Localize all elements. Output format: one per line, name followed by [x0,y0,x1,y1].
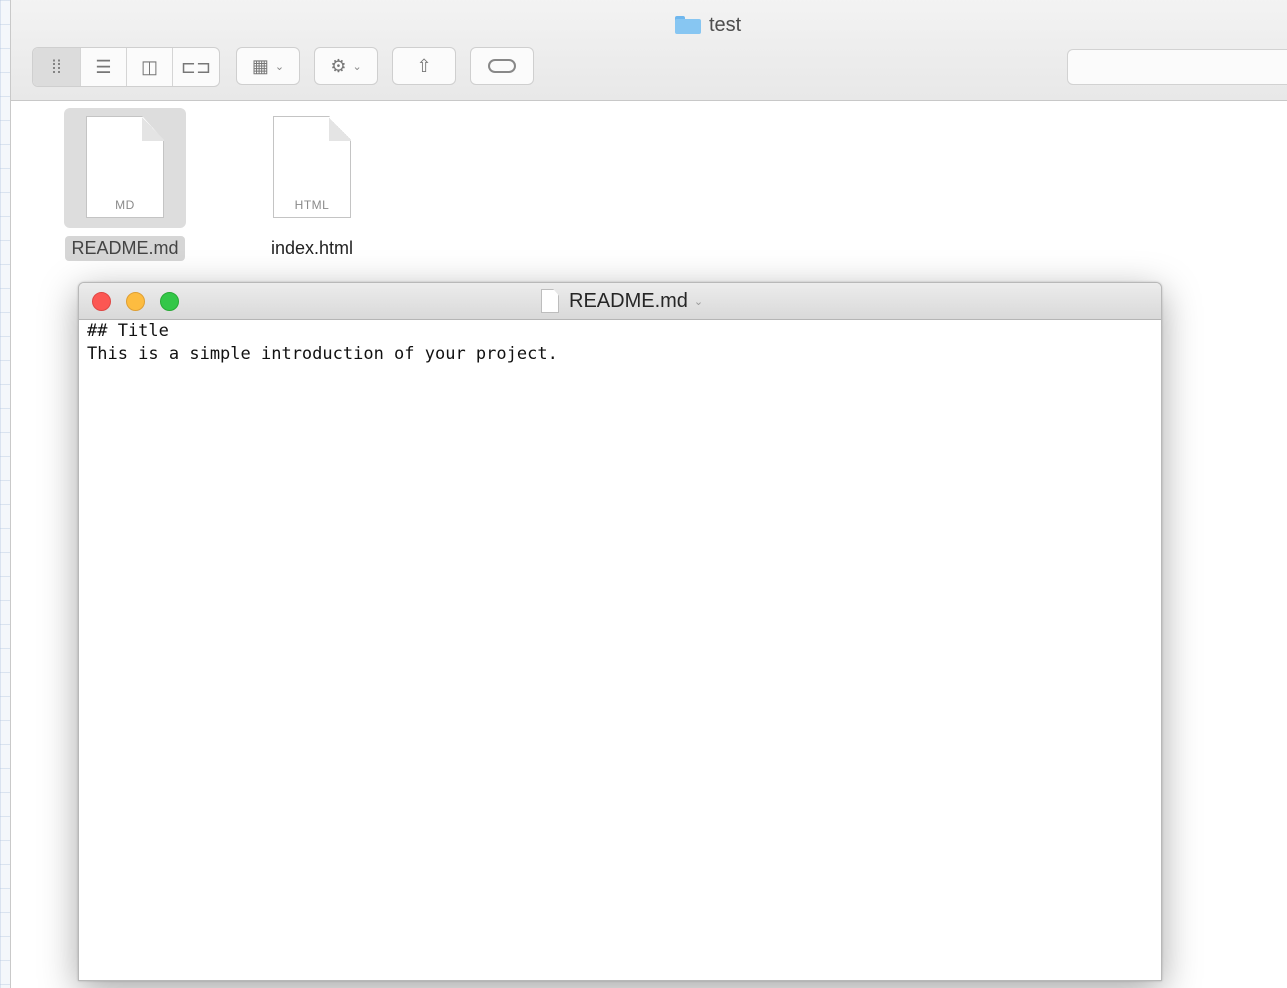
icon-view-button[interactable]: ⁞⁞ [33,48,81,86]
page-fold [142,116,164,141]
minimize-button[interactable] [126,292,145,311]
list-view-icon: ☰ [95,56,112,77]
close-button[interactable] [92,292,111,311]
share-button[interactable]: ⇧ [392,47,456,85]
document-text-area[interactable]: ## Title This is a simple introduction o… [87,320,1153,980]
file-item-readme[interactable]: MD README.md [55,108,195,261]
textedit-window: README.md ⌄ ## Title This is a simple in… [78,282,1162,981]
textedit-titlebar[interactable]: README.md ⌄ [79,283,1161,320]
column-view-icon: ◫ [140,56,158,77]
cover-flow-icon: ⊏⊐ [180,56,212,77]
search-input[interactable] [1067,49,1287,85]
zoom-button[interactable] [160,292,179,311]
list-view-button[interactable]: ☰ [81,48,127,86]
file-type-badge: MD [115,198,135,212]
document-title-label: README.md [569,289,688,312]
file-thumbnail: MD [64,108,186,228]
file-item-index[interactable]: HTML index.html [242,108,382,261]
tags-button[interactable] [470,47,534,85]
document-title[interactable]: README.md ⌄ [541,289,703,313]
folder-icon [675,16,701,34]
share-icon: ⇧ [416,55,432,76]
finder-title-label: test [709,13,742,36]
file-thumbnail: HTML [251,108,373,228]
file-type-badge: HTML [294,198,330,212]
file-name: index.html [270,238,354,258]
finder-window-title: test [675,14,741,36]
tag-icon [488,59,516,73]
icon-view-icon: ⁞⁞ [51,56,62,77]
column-view-button[interactable]: ◫ [127,48,173,86]
page-fold [329,116,351,141]
arrange-icon: ▦ [251,55,269,76]
chevron-down-icon[interactable]: ⌄ [694,295,703,308]
gear-icon: ⚙ [330,55,347,76]
chevron-down-icon: ⌄ [352,60,362,73]
cover-flow-button[interactable]: ⊏⊐ [173,48,219,86]
action-button[interactable]: ⚙ ⌄ [314,47,378,85]
chevron-down-icon: ⌄ [274,60,285,73]
arrange-button[interactable]: ▦ ⌄ [236,47,300,85]
finder-toolbar: test ⁞⁞ ☰ ◫ ⊏⊐ ▦ ⌄ ⚙ ⌄ ⇧ [11,0,1287,101]
document-proxy-icon[interactable] [541,289,559,313]
file-name: README.md [65,236,185,261]
view-mode-group: ⁞⁞ ☰ ◫ ⊏⊐ [32,47,220,87]
